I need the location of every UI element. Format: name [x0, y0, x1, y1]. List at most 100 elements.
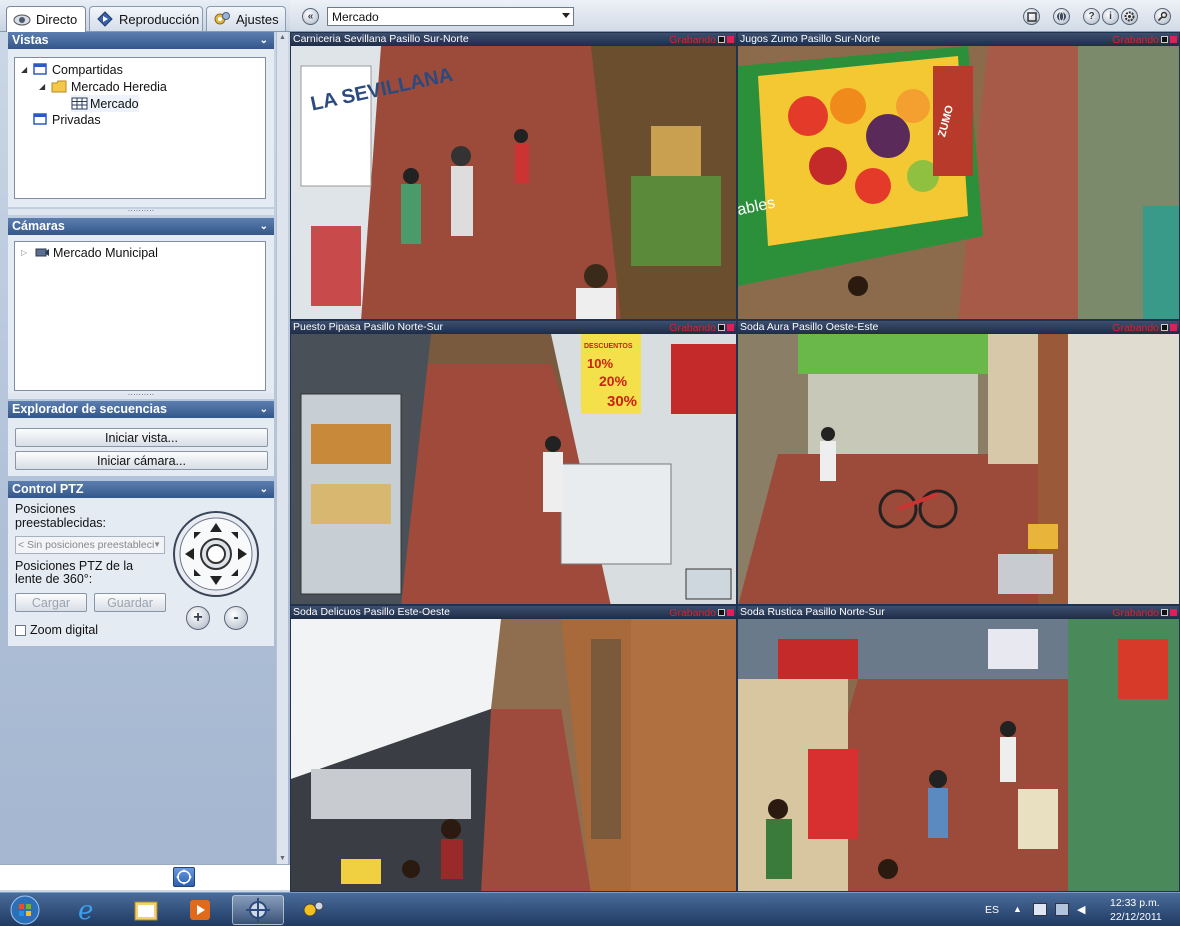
recording-status: Grabando: [669, 606, 716, 619]
presets-label: Posiciones preestablecidas:: [15, 502, 107, 530]
recording-indicator: Grabando: [669, 606, 736, 619]
zoom-overlay-icon[interactable]: [685, 568, 732, 600]
tab-label: Reproducción: [119, 11, 200, 27]
scroll-down-icon[interactable]: ▼: [279, 855, 286, 862]
internet-explorer-icon[interactable]: e: [64, 895, 112, 925]
camera-grid: Carniceria Sevillana Pasillo Sur-Norte G…: [290, 32, 1180, 892]
surveillance-client-icon[interactable]: [232, 895, 284, 925]
file-explorer-icon[interactable]: [122, 895, 170, 925]
zoom-checkbox[interactable]: [15, 624, 26, 636]
tree-item-privadas[interactable]: Privadas: [33, 111, 101, 128]
volume-muted-icon[interactable]: ◀: [1077, 903, 1091, 916]
windows-taskbar: e ES ▲ ◀ 12:33 p.m. 22/12/2011: [0, 892, 1180, 926]
tree-item-mercado[interactable]: Mercado: [71, 95, 139, 112]
save-button[interactable]: Guardar: [94, 593, 166, 612]
expand-arrow-icon[interactable]: ▷: [21, 248, 33, 257]
vistas-splitter[interactable]: ··········: [8, 207, 274, 215]
tab-label: Directo: [36, 12, 78, 27]
secuencias-panel: Iniciar vista... Iniciar cámara...: [8, 418, 274, 476]
left-panels: Vistas ⌄ ◢ Compartidas ◢ Mercado Heredia…: [8, 32, 274, 890]
zoom-digital-option[interactable]: Zoom digital: [15, 623, 98, 637]
presets-dropdown[interactable]: < Sin posiciones preestableci ▼: [15, 536, 165, 554]
zoom-out-button[interactable]: -: [224, 606, 248, 630]
gear-icon[interactable]: [1121, 8, 1138, 25]
ptz-panel: Posiciones preestablecidas: < Sin posici…: [8, 498, 274, 646]
key-icon[interactable]: [1154, 8, 1171, 25]
start-view-button[interactable]: Iniciar vista...: [15, 428, 268, 447]
tab-ajustes[interactable]: Ajustes: [206, 6, 286, 31]
private-views-icon: [33, 113, 49, 126]
start-orb-icon[interactable]: [4, 895, 46, 925]
collapse-icon[interactable]: ⌄: [260, 481, 268, 498]
vistas-title: Vistas: [12, 33, 49, 47]
camera-tile-5[interactable]: Soda Delicuos Pasillo Este-Oeste Graband…: [290, 605, 737, 892]
video-settings-icon[interactable]: [290, 895, 338, 925]
camera-tile-3[interactable]: Puesto Pipasa Pasillo Norte-Sur Grabando…: [290, 320, 737, 605]
start-camera-button[interactable]: Iniciar cámara...: [15, 451, 268, 470]
fullscreen-icon[interactable]: [1023, 8, 1040, 25]
action-center-icon[interactable]: [1033, 903, 1047, 916]
ptz-overlay-button[interactable]: [173, 867, 195, 887]
promo-10: 10%: [587, 356, 613, 371]
vistas-panel-header[interactable]: Vistas ⌄: [8, 32, 274, 49]
collapse-icon[interactable]: ⌄: [260, 218, 268, 235]
ptz-direction-pad[interactable]: [172, 510, 260, 598]
language-indicator[interactable]: ES: [985, 904, 999, 916]
camera-tile-2[interactable]: Jugos Zumo Pasillo Sur-Norte Grabando ZU…: [737, 32, 1180, 320]
clock-date[interactable]: 22/12/2011: [1110, 911, 1162, 923]
expand-arrow-icon[interactable]: ◢: [21, 65, 33, 74]
tree-label: Privadas: [52, 112, 101, 127]
camera-tile-6[interactable]: Soda Rustica Pasillo Norte-Sur Grabando: [737, 605, 1180, 892]
network-icon[interactable]: [1055, 903, 1069, 916]
info-icon[interactable]: i: [1102, 8, 1119, 25]
load-button[interactable]: Cargar: [15, 593, 87, 612]
view-selector-value: Mercado: [332, 9, 379, 24]
scroll-up-icon[interactable]: ▲: [279, 34, 286, 41]
lens-label: Posiciones PTZ de la lente de 360°:: [15, 559, 134, 586]
chevron-down-icon: ▼: [153, 540, 161, 549]
help-icon[interactable]: ?: [1083, 8, 1100, 25]
folder-icon: [51, 80, 68, 93]
camaras-panel-header[interactable]: Cámaras ⌄: [8, 218, 274, 235]
expand-arrow-icon[interactable]: ◢: [39, 82, 51, 91]
globe-icon[interactable]: [1053, 8, 1070, 25]
tree-item-mercado-heredia[interactable]: ◢ Mercado Heredia: [39, 78, 167, 95]
tree-label: Mercado Municipal: [53, 245, 158, 260]
recording-indicator: Grabando: [1112, 321, 1179, 334]
recording-status: Grabando: [1112, 321, 1159, 334]
playback-icon: [96, 11, 114, 27]
collapse-left-icon[interactable]: «: [302, 8, 319, 25]
ptz-panel-header[interactable]: Control PTZ ⌄: [8, 481, 274, 498]
view-selector[interactable]: Mercado: [327, 7, 574, 26]
mode-tab-bar: Directo Reproducción Ajustes: [0, 0, 290, 32]
left-pane-footer: [0, 864, 290, 890]
tab-reproduccion[interactable]: Reproducción: [89, 6, 203, 31]
recording-indicator: Grabando: [1112, 606, 1179, 619]
ptz-title: Control PTZ: [12, 482, 84, 496]
camera-tile-1[interactable]: Carniceria Sevillana Pasillo Sur-Norte G…: [290, 32, 737, 320]
camera-feed: LA SEVILLANA: [291, 46, 736, 319]
presets-value: < Sin posiciones preestableci: [18, 539, 155, 551]
eye-icon: [13, 12, 31, 28]
vistas-panel: ◢ Compartidas ◢ Mercado Heredia Mercado …: [8, 49, 274, 207]
show-hidden-icons[interactable]: ▲: [1013, 904, 1022, 914]
camaras-splitter[interactable]: ··········: [8, 391, 274, 399]
vistas-tree: ◢ Compartidas ◢ Mercado Heredia Mercado …: [14, 57, 266, 199]
media-player-icon[interactable]: [176, 895, 224, 925]
collapse-icon[interactable]: ⌄: [260, 401, 268, 418]
collapse-icon[interactable]: ⌄: [260, 32, 268, 49]
surveillance-client-window: Directo Reproducción Ajustes « Mercado ?: [0, 0, 1180, 926]
clock-time[interactable]: 12:33 p.m.: [1110, 897, 1160, 909]
tab-label: Ajustes: [236, 11, 279, 27]
left-pane-scrollbar[interactable]: ▲ ▼: [276, 32, 288, 864]
camera-feed: [738, 334, 1179, 604]
zoom-in-button[interactable]: +: [186, 606, 210, 630]
tree-item-compartidas[interactable]: ◢ Compartidas: [21, 61, 123, 78]
recording-status: Grabando: [669, 321, 716, 334]
secuencias-panel-header[interactable]: Explorador de secuencias ⌄: [8, 401, 274, 418]
tree-item-mercado-municipal[interactable]: ▷ Mercado Municipal: [21, 244, 158, 261]
tab-directo[interactable]: Directo: [6, 6, 86, 32]
grid-view-icon: [71, 97, 88, 110]
secuencias-title: Explorador de secuencias: [12, 402, 167, 416]
camera-tile-4[interactable]: Soda Aura Pasillo Oeste-Este Grabando: [737, 320, 1180, 605]
